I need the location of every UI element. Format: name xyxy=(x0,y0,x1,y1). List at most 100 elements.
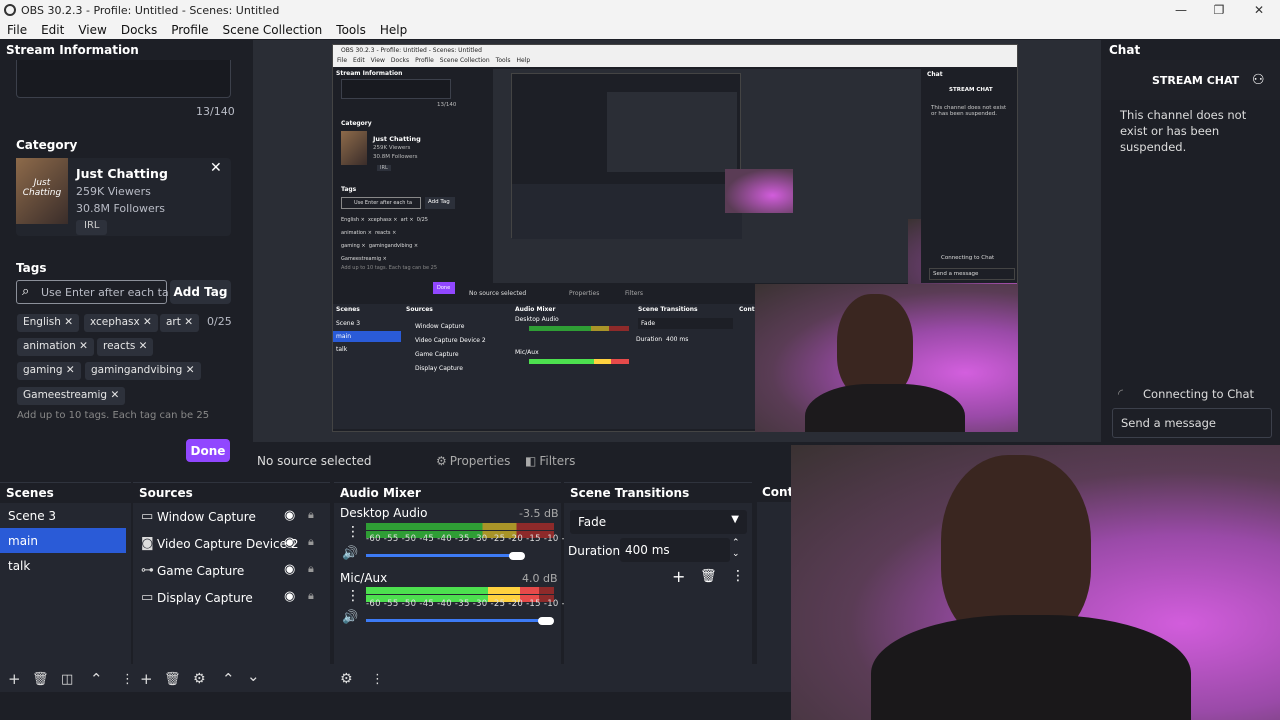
tag-label: animation xyxy=(23,340,76,352)
duration-stepper[interactable]: ⌃ ⌄ xyxy=(732,538,740,560)
minimize-button[interactable]: — xyxy=(1161,0,1201,20)
category-followers: 30.8M Followers xyxy=(76,202,166,215)
eye-icon[interactable]: ◉ xyxy=(284,535,295,550)
menu-scene-collection[interactable]: Scene Collection xyxy=(216,23,330,37)
tag-chip[interactable]: Gameestreamig ✕ xyxy=(17,387,126,405)
menu-docks[interactable]: Docks xyxy=(114,23,164,37)
mixer-settings-icon[interactable]: ⚙ xyxy=(340,671,353,687)
close-button[interactable]: ✕ xyxy=(1239,0,1279,20)
nested-menu-item: Docks xyxy=(390,57,410,64)
kebab-icon[interactable]: ⋮ xyxy=(371,672,384,687)
eye-icon[interactable]: ◉ xyxy=(284,589,295,604)
lock-icon[interactable]: 🔒︎ xyxy=(308,535,314,549)
add-icon[interactable]: + xyxy=(672,567,685,586)
source-item[interactable]: ⊶ Game Capture ◉ 🔒︎ xyxy=(133,557,330,584)
lock-icon[interactable]: 🔒︎ xyxy=(308,508,314,522)
desktop-volume-slider[interactable] xyxy=(366,554,517,557)
search-icon: ⌕ xyxy=(22,284,30,299)
speaker-icon[interactable]: 🔊 xyxy=(342,610,358,625)
mic-volume-handle[interactable] xyxy=(538,617,554,625)
speaker-icon[interactable]: 🔊 xyxy=(342,546,358,561)
kebab-icon[interactable]: ⋮ xyxy=(121,672,134,687)
source-item[interactable]: ▭ Display Capture ◉ 🔒︎ xyxy=(133,584,330,611)
nested-scene-item: main xyxy=(333,331,401,342)
source-label: Window Capture xyxy=(157,509,256,524)
kebab-icon[interactable]: ⋮ xyxy=(731,568,745,584)
nested-tag-chip: 0/25 xyxy=(416,217,428,223)
transition-select[interactable]: Fade ▼ xyxy=(570,510,747,534)
scene-item[interactable]: talk xyxy=(0,553,126,578)
menu-file[interactable]: File xyxy=(0,23,34,37)
nested-menu-item: Scene Collection xyxy=(439,57,490,64)
tag-chip[interactable]: animation ✕ xyxy=(17,338,94,356)
scene-item[interactable]: main xyxy=(0,528,126,553)
db-scale: -60 -55 -50 -45 -40 -35 -30 -25 -20 -15 … xyxy=(366,599,580,609)
chat-input[interactable]: Send a message xyxy=(1112,408,1272,438)
done-button[interactable]: Done xyxy=(186,439,230,462)
nested-hint: Add up to 10 tags. Each tag can be 25 xyxy=(341,265,438,271)
duration-input[interactable]: 400 ms xyxy=(620,538,730,562)
tag-chip[interactable]: art ✕ xyxy=(160,314,200,332)
nested-fade: Fade xyxy=(638,318,733,329)
sources-header: Sources xyxy=(133,483,330,503)
eye-icon[interactable]: ◉ xyxy=(284,508,295,523)
source-settings-gear-icon[interactable]: ⚙ xyxy=(193,671,206,687)
add-tag-button[interactable]: Add Tag xyxy=(170,280,231,304)
lock-icon[interactable]: 🔒︎ xyxy=(308,589,314,603)
nested-chat: Chat STREAM CHAT This channel does not e… xyxy=(921,69,1017,283)
scene-filter-icon[interactable]: ◫ xyxy=(61,672,73,687)
tag-chip[interactable]: reacts ✕ xyxy=(97,338,154,356)
move-up-icon[interactable]: ⌃ xyxy=(222,670,235,688)
stream-title-input[interactable] xyxy=(16,60,231,98)
nested-filters: Filters xyxy=(625,290,643,297)
nested-char-count: 13/140 xyxy=(437,102,457,108)
tag-chip[interactable]: xcephasx ✕ xyxy=(84,314,158,332)
nested-done: Done xyxy=(433,282,455,294)
lock-icon[interactable]: 🔒︎ xyxy=(308,562,314,576)
source-item[interactable]: ▭ Window Capture ◉ 🔒︎ xyxy=(133,503,330,530)
obs-logo-icon xyxy=(4,4,16,16)
mic-volume-slider[interactable] xyxy=(366,619,546,622)
nested-properties: Properties xyxy=(569,290,600,297)
add-source-icon[interactable]: + xyxy=(140,670,153,688)
menu-view[interactable]: View xyxy=(71,23,113,37)
remove-source-icon[interactable]: 🗑 xyxy=(164,672,181,687)
trash-icon[interactable]: 🗑 xyxy=(700,569,717,584)
menu-tools[interactable]: Tools xyxy=(329,23,373,37)
maximize-button[interactable]: ❐ xyxy=(1199,0,1239,20)
filters-label: Filters xyxy=(539,454,576,468)
nested-chat-title: STREAM CHAT xyxy=(949,87,993,93)
properties-button[interactable]: ⚙ Properties xyxy=(436,450,516,472)
menu-profile[interactable]: Profile xyxy=(164,23,215,37)
desktop-audio-meter xyxy=(366,523,554,530)
nested-category-label: Category xyxy=(341,120,372,127)
scene-item[interactable]: Scene 3 xyxy=(0,503,126,528)
eye-icon[interactable]: ◉ xyxy=(284,562,295,577)
users-icon[interactable]: ⚇ xyxy=(1252,72,1265,88)
menu-edit[interactable]: Edit xyxy=(34,23,71,37)
filters-button[interactable]: ◧ Filters xyxy=(525,450,585,472)
scene-transitions-dock: Scene Transitions Fade ▼ Duration 400 ms… xyxy=(564,482,752,692)
category-name: Just Chatting xyxy=(76,166,168,181)
kebab-icon[interactable]: ⋮ xyxy=(346,588,360,604)
source-item[interactable]: ◙ Video Capture Device 2 ◉ 🔒︎ xyxy=(133,530,330,557)
nested-source-item: Display Capture xyxy=(415,365,463,372)
tag-chip[interactable]: gaming ✕ xyxy=(17,362,81,380)
move-down-icon[interactable]: ⌄ xyxy=(247,667,260,685)
kebab-icon[interactable]: ⋮ xyxy=(346,524,360,540)
tag-chip[interactable]: English ✕ xyxy=(17,314,80,332)
menu-help[interactable]: Help xyxy=(373,23,414,37)
tag-input[interactable]: ⌕ Use Enter after each ta xyxy=(16,280,169,304)
nested-tag: IRL xyxy=(377,165,391,171)
desktop-volume-handle[interactable] xyxy=(509,552,525,560)
remove-category-icon[interactable]: ✕ xyxy=(210,160,222,176)
nested-deep-docks xyxy=(512,184,742,239)
sources-dock: Sources ▭ Window Capture ◉ 🔒︎ ◙ Video Capture… xyxy=(133,482,330,692)
add-scene-icon[interactable]: + xyxy=(8,670,21,688)
person-body xyxy=(871,615,1191,720)
move-up-icon[interactable]: ⌃ xyxy=(90,670,103,688)
remove-scene-icon[interactable]: 🗑 xyxy=(32,672,49,687)
tag-label: gamingandvibing xyxy=(91,364,183,376)
nested-scenes-header: Scenes xyxy=(336,306,360,313)
tag-chip[interactable]: gamingandvibing ✕ xyxy=(85,362,201,380)
